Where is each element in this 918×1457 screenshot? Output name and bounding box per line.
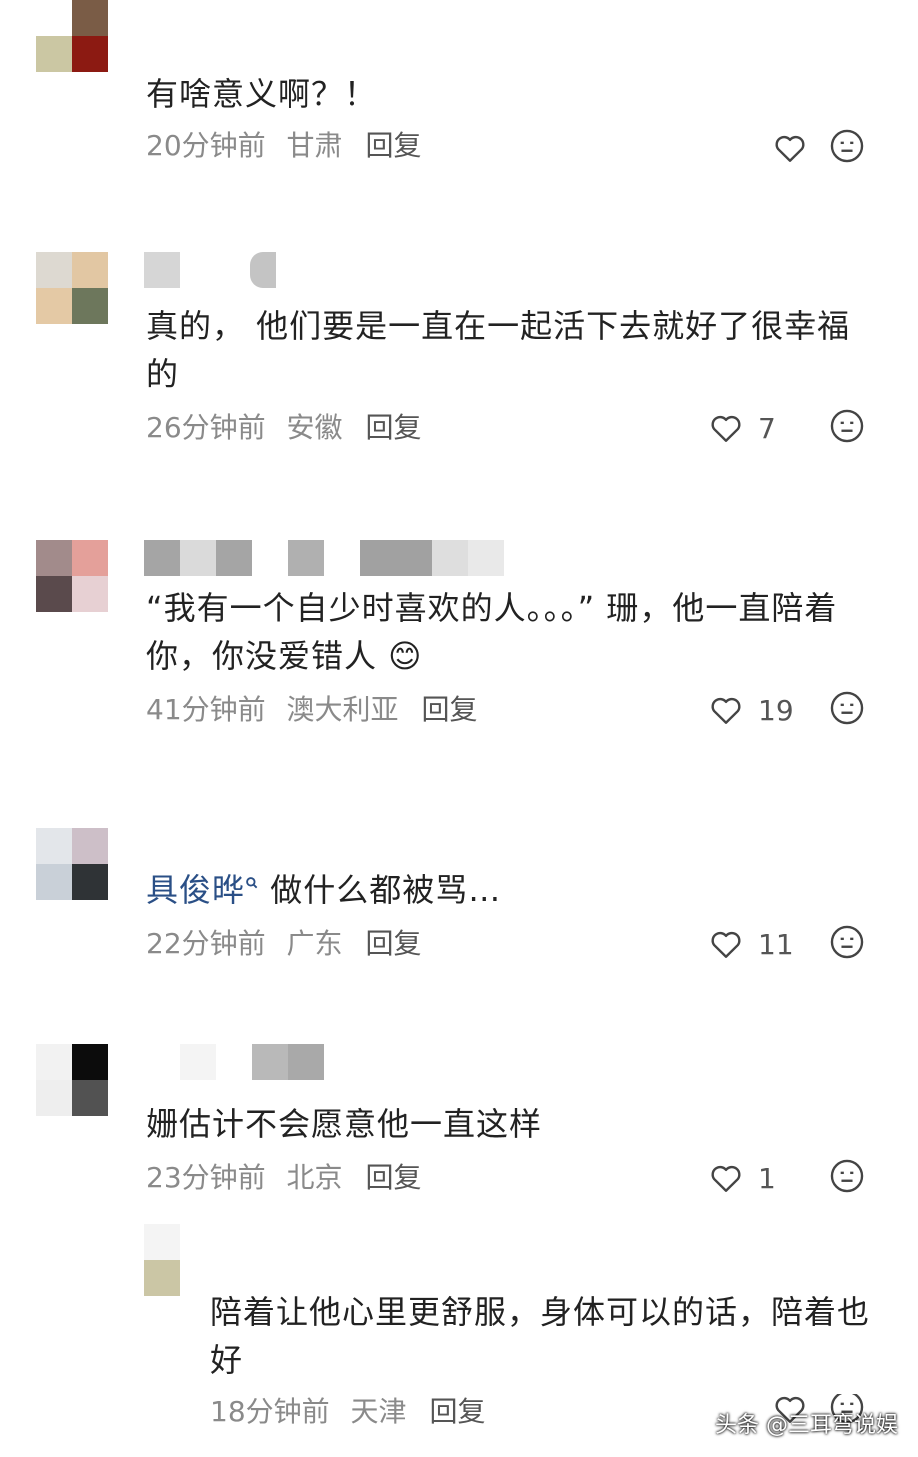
comment-meta: 18分钟前 天津 回复 [210,1394,485,1430]
avatar[interactable] [36,540,108,612]
comment-text: 真的， 他们要是一直在一起活下去就好了很幸福的 [146,307,851,393]
comment-actions [738,128,866,168]
meh-face-icon [830,129,864,163]
dislike-button[interactable] [808,127,866,169]
reply-button[interactable]: 回复 [365,1161,421,1194]
like-button[interactable]: 7 [708,410,808,446]
comment-time: 23分钟前 [146,1161,266,1194]
reply-button[interactable]: 回复 [429,1395,485,1428]
search-tag-icon [246,877,258,889]
meh-face-icon [830,691,864,725]
comment-time: 18分钟前 [210,1395,330,1428]
reply-button[interactable]: 回复 [421,693,477,726]
like-count: 7 [758,411,776,445]
username-mosaic[interactable] [144,540,504,576]
comment-actions: 1 [708,1158,866,1198]
heart-outline-icon [711,415,741,442]
dislike-button[interactable] [808,689,866,731]
username-mosaic[interactable] [144,1044,324,1080]
like-button[interactable]: 1 [708,1160,808,1196]
meh-face-icon [830,925,864,959]
comment-text: 有啥意义啊？！ [146,75,378,113]
avatar[interactable] [36,0,108,72]
dislike-button[interactable] [808,1157,866,1199]
comment-actions: 19 [708,690,866,730]
comment-meta: 23分钟前 北京 回复 [146,1160,421,1196]
comment-actions: 11 [708,924,866,964]
like-button[interactable]: 11 [708,926,808,962]
heart-outline-icon [711,931,741,958]
comment-location: 天津 [350,1395,407,1428]
comment-text: 具俊晔 做什么都被骂… [146,866,870,914]
avatar[interactable] [36,1044,108,1116]
like-button[interactable] [738,130,808,166]
comment-actions: 7 [708,408,866,448]
like-count: 19 [758,693,794,727]
reply-button[interactable]: 回复 [365,411,421,444]
mention-link[interactable]: 具俊晔 [146,871,245,909]
comment-meta: 26分钟前 安徽 回复 [146,410,421,446]
comment-text: 姗估计不会愿意他一直这样 [146,1105,543,1143]
comment-location: 甘肃 [286,129,343,162]
username-mosaic[interactable] [144,252,276,288]
comment-meta: 41分钟前 澳大利亚 回复 [146,692,477,728]
watermark: 头条 @三耳弯说娱 [715,1413,898,1438]
comment-meta: 20分钟前 甘肃 回复 [146,128,421,164]
comment-location: 广东 [286,927,343,960]
comment-location: 安徽 [286,411,343,444]
heart-outline-icon [711,1165,741,1192]
heart-outline-icon [775,135,805,162]
comment-time: 41分钟前 [146,693,266,726]
avatar[interactable] [36,828,108,900]
heart-outline-icon [711,697,741,724]
meh-face-icon [830,1159,864,1193]
comment-body: 做什么都被骂… [270,871,502,909]
comment-location: 澳大利亚 [286,693,399,726]
dislike-button[interactable] [808,923,866,965]
comment-time: 20分钟前 [146,129,266,162]
like-count: 11 [758,927,794,961]
avatar[interactable] [36,252,108,324]
comment-meta: 22分钟前 广东 回复 [146,926,421,962]
dislike-button[interactable] [808,407,866,449]
reply-button[interactable]: 回复 [365,129,421,162]
reply-button[interactable]: 回复 [365,927,421,960]
like-button[interactable]: 19 [708,692,808,728]
meh-face-icon [830,409,864,443]
avatar[interactable] [144,1224,180,1296]
comment-time: 26分钟前 [146,411,266,444]
comment-text: 陪着让他心里更舒服，身体可以的话，陪着也好 [210,1293,871,1379]
like-count: 1 [758,1161,776,1195]
comment-text: “我有一个自少时喜欢的人。。。” 珊，他一直陪着你，你没爱错人 😊 [146,589,838,675]
comment-time: 22分钟前 [146,927,266,960]
comment-location: 北京 [286,1161,343,1194]
